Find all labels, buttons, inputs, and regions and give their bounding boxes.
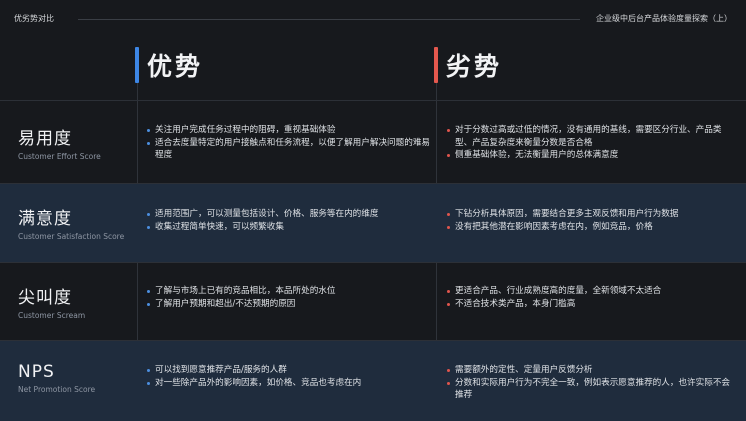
- table-row: 尖叫度 Customer Scream 了解与市场上已有的竞品相比，本品所处的水…: [0, 262, 746, 341]
- list-item: 适用范围广，可以测量包括设计、价格、服务等在内的维度: [146, 208, 430, 221]
- header-divider: [78, 19, 580, 20]
- bullet-icon: [447, 225, 450, 229]
- advantages-accent-bar: [135, 47, 139, 83]
- bullet-icon: [147, 369, 150, 372]
- metric-english-name: Customer Scream: [18, 311, 86, 320]
- list-item: 了解用户预期和超出/不达预期的原因: [146, 298, 430, 311]
- advantages-list: 了解与市场上已有的竞品相比，本品所处的水位 了解用户预期和超出/不达预期的原因: [146, 285, 430, 310]
- disadvantages-list: 需要额外的定性、定量用户反馈分析 分数和实际用户行为不完全一致，例如表示愿意推荐…: [446, 364, 732, 402]
- list-item: 收集过程简单快速，可以频繁收集: [146, 221, 430, 234]
- bullet-icon: [447, 129, 450, 132]
- bullet-icon: [147, 381, 150, 385]
- disadvantages-accent-bar: [434, 47, 438, 83]
- metric-english-name: Net Promotion Score: [18, 385, 96, 394]
- list-item: 不适合技术类产品，本身门槛高: [446, 298, 732, 311]
- advantages-list: 可以找到愿意推荐产品/服务的人群 对一些除产品外的影响因素，如价格、竞品也考虑在…: [146, 364, 430, 389]
- metric-label: NPS Net Promotion Score: [18, 362, 95, 394]
- metric-name: 满意度: [18, 209, 72, 229]
- bullet-icon: [147, 129, 150, 132]
- table-row: 满意度 Customer Satisfaction Score 适用范围广，可以…: [0, 183, 746, 263]
- bullet-icon: [147, 302, 150, 306]
- advantages-title: 优势: [147, 52, 204, 81]
- metric-label: 满意度 Customer Satisfaction Score: [18, 204, 124, 241]
- metric-english-name: Customer Satisfaction Score: [18, 232, 125, 241]
- list-item: 可以找到愿意推荐产品/服务的人群: [146, 364, 430, 377]
- list-item: 了解与市场上已有的竞品相比，本品所处的水位: [146, 285, 430, 298]
- list-item: 更适合产品、行业成熟度高的度量，全新领域不太适合: [446, 285, 732, 298]
- metric-english-name: Customer Effort Score: [18, 152, 101, 161]
- list-item: 需要额外的定性、定量用户反馈分析: [446, 364, 732, 377]
- bullet-icon: [447, 381, 450, 385]
- advantages-header: 优势: [135, 47, 203, 83]
- list-item: 关注用户完成任务过程中的阻碍，重视基础体验: [146, 124, 430, 137]
- disadvantages-header: 劣势: [434, 47, 502, 83]
- bullet-icon: [447, 369, 450, 372]
- table-row: NPS Net Promotion Score 可以找到愿意推荐产品/服务的人群…: [0, 340, 746, 421]
- disadvantages-list: 更适合产品、行业成熟度高的度量，全新领域不太适合 不适合技术类产品，本身门槛高: [446, 285, 732, 310]
- list-item: 对于分数过高或过低的情况，没有通用的基线，需要区分行业、产品类型、产品复杂度来衡…: [446, 124, 732, 149]
- disadvantages-list: 下钻分析具体原因，需要结合更多主观反馈和用户行为数据 没有把其他潜在影响因素考虑…: [446, 208, 732, 233]
- advantages-list: 适用范围广，可以测量包括设计、价格、服务等在内的维度 收集过程简单快速，可以频繁…: [146, 208, 430, 233]
- metric-name: NPS: [18, 362, 55, 382]
- top-bar: 优劣势对比 企业级中后台产品体验度量探索（上）: [0, 0, 746, 40]
- list-item: 没有把其他潜在影响因素考虑在内，例如竞品，价格: [446, 221, 732, 234]
- bullet-icon: [147, 290, 150, 293]
- list-item: 适合去度量特定的用户接触点和任务流程，以便了解用户解决问题的难易程度: [146, 137, 430, 162]
- bullet-icon: [447, 290, 450, 293]
- bullet-icon: [447, 154, 450, 157]
- document-title: 企业级中后台产品体验度量探索（上）: [596, 14, 732, 23]
- disadvantages-list: 对于分数过高或过低的情况，没有通用的基线，需要区分行业、产品类型、产品复杂度来衡…: [446, 124, 732, 162]
- section-title: 优劣势对比: [14, 14, 54, 23]
- bullet-icon: [147, 225, 150, 229]
- bullet-icon: [147, 141, 150, 145]
- metric-name: 易用度: [18, 129, 72, 149]
- bullet-icon: [147, 213, 150, 216]
- metric-label: 尖叫度 Customer Scream: [18, 283, 85, 320]
- metric-name: 尖叫度: [18, 288, 72, 308]
- disadvantages-title: 劣势: [446, 52, 503, 81]
- metric-label: 易用度 Customer Effort Score: [18, 124, 101, 161]
- list-item: 侧重基础体验，无法衡量用户的总体满意度: [446, 149, 732, 162]
- table-row: 易用度 Customer Effort Score 关注用户完成任务过程中的阻碍…: [0, 100, 746, 184]
- bullet-icon: [447, 302, 450, 306]
- list-item: 下钻分析具体原因，需要结合更多主观反馈和用户行为数据: [446, 208, 732, 221]
- bullet-icon: [447, 213, 450, 216]
- list-item: 分数和实际用户行为不完全一致，例如表示愿意推荐的人，也许实际不会推荐: [446, 377, 732, 402]
- advantages-list: 关注用户完成任务过程中的阻碍，重视基础体验 适合去度量特定的用户接触点和任务流程…: [146, 124, 430, 162]
- list-item: 对一些除产品外的影响因素，如价格、竞品也考虑在内: [146, 377, 430, 390]
